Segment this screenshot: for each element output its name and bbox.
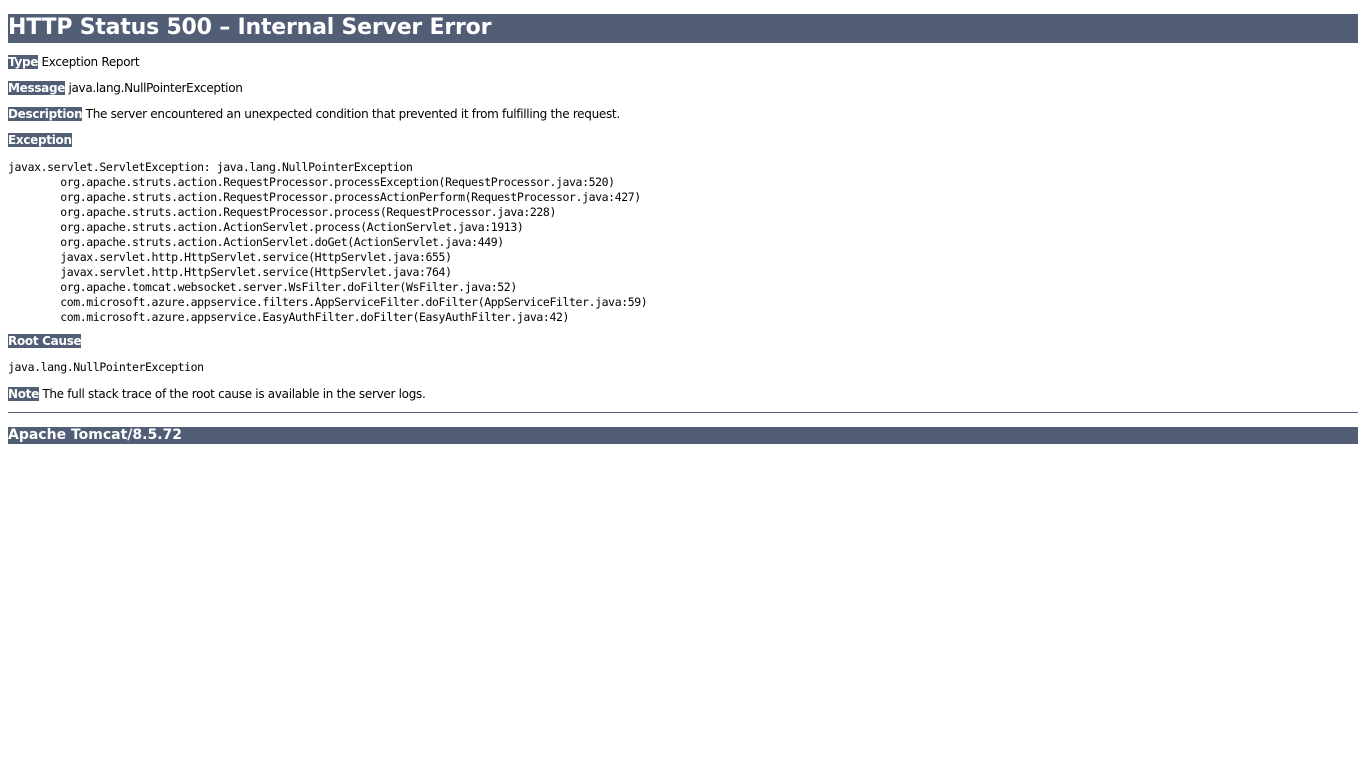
stack-trace-line: org.apache.struts.action.RequestProcesso… [8,175,615,189]
root-cause-label: Root Cause [8,334,82,348]
stack-trace-line: com.microsoft.azure.appservice.filters.A… [8,295,648,309]
divider [8,412,1358,413]
note-row: Note The full stack trace of the root ca… [8,387,1358,401]
message-row: Message java.lang.NullPointerException [8,81,1358,95]
type-row: Type Exception Report [8,55,1358,69]
exception-heading: Exception [8,133,1358,147]
stack-trace-line: javax.servlet.ServletException: java.lan… [8,160,413,174]
error-page: HTTP Status 500 – Internal Server Error … [0,0,1366,444]
type-value: Exception Report [41,55,140,69]
message-label: Message [8,81,66,95]
divider [8,42,1358,43]
description-value: The server encountered an unexpected con… [85,107,620,121]
stack-trace-line: org.apache.struts.action.RequestProcesso… [8,190,641,204]
page-title: HTTP Status 500 – Internal Server Error [8,14,1358,42]
note-value: The full stack trace of the root cause i… [42,387,426,401]
exception-stack-trace: javax.servlet.ServletException: java.lan… [8,160,1358,325]
stack-trace-line: org.apache.struts.action.ActionServlet.p… [8,220,524,234]
stack-trace-line: javax.servlet.http.HttpServlet.service(H… [8,265,452,279]
server-info: Apache Tomcat/8.5.72 [8,427,1358,444]
note-label: Note [8,387,39,401]
description-label: Description [8,107,83,121]
type-label: Type [8,55,39,69]
exception-label: Exception [8,133,72,147]
stack-trace-line: javax.servlet.http.HttpServlet.service(H… [8,250,452,264]
root-cause-trace: java.lang.NullPointerException [8,360,204,374]
message-value: java.lang.NullPointerException [68,81,243,95]
stack-trace-line: org.apache.struts.action.ActionServlet.d… [8,235,504,249]
root-cause-heading: Root Cause [8,334,1358,348]
stack-trace-line: org.apache.struts.action.RequestProcesso… [8,205,556,219]
stack-trace-line: com.microsoft.azure.appservice.EasyAuthF… [8,310,570,324]
stack-trace-line: org.apache.tomcat.websocket.server.WsFil… [8,280,517,294]
description-row: Description The server encountered an un… [8,107,1358,121]
